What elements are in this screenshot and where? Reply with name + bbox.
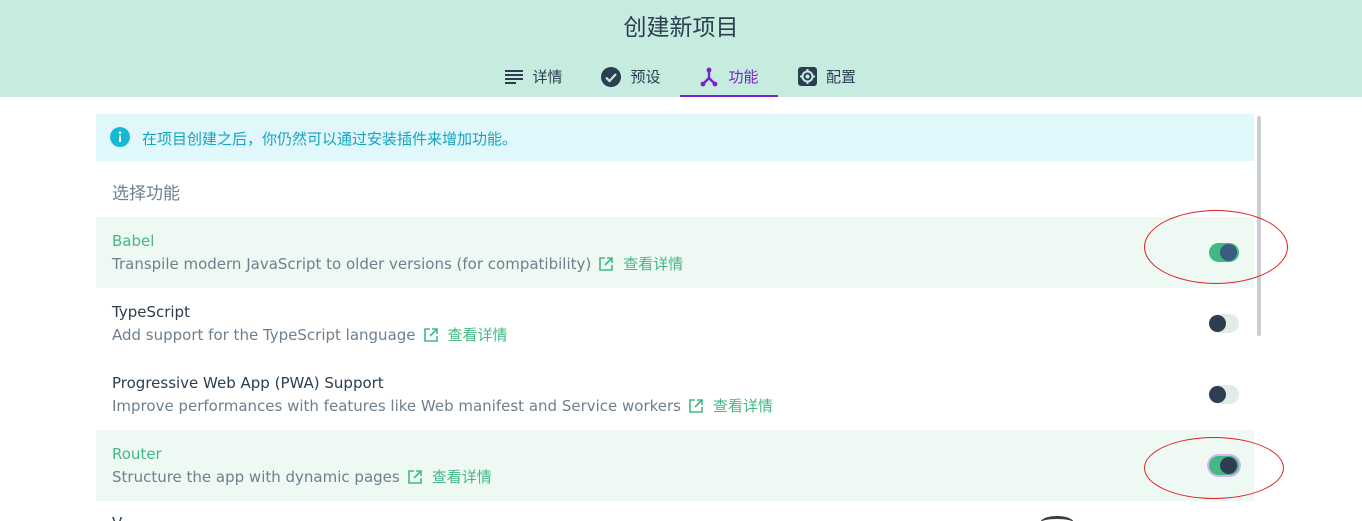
more-info-link[interactable]: 查看详情 [448,324,508,345]
feature-description: Structure the app with dynamic pages 查看详… [112,466,492,487]
section-title: 选择功能 [112,184,180,204]
feature-row-partial: V [112,514,122,521]
gear-icon [797,67,817,86]
feature-name: TypeScript [112,303,190,321]
tab-details-label: 详情 [532,68,563,86]
feature-name: Router [112,445,162,463]
tab-config[interactable]: 配置 [786,56,868,97]
toggle-knob [1209,315,1226,332]
feature-description: Improve performances with features like … [112,395,773,416]
annotation-circle [1144,210,1288,284]
tab-presets[interactable]: 预设 [588,56,674,97]
list-icon [505,69,524,84]
tab-presets-label: 预设 [630,68,661,86]
more-info-link[interactable]: 查看详情 [713,395,773,416]
partial-toggle-edge [1040,516,1074,521]
external-link-icon [689,398,703,413]
external-link-icon [599,256,614,271]
more-info-link[interactable]: 查看详情 [623,253,683,274]
tab-features-label: 功能 [728,68,759,86]
feature-description-text: Structure the app with dynamic pages [112,467,400,486]
tab-features[interactable]: 功能 [680,56,778,97]
more-info-link[interactable]: 查看详情 [432,466,492,487]
feature-description: Transpile modern JavaScript to older ver… [112,253,683,274]
feature-name: Babel [112,232,155,250]
external-link-icon [407,469,422,484]
feature-description-text: Add support for the TypeScript language [112,325,416,344]
feature-name: Progressive Web App (PWA) Support [112,374,384,392]
tab-config-label: 配置 [825,68,856,86]
info-icon [110,127,130,147]
page-title: 创建新项目 [623,15,739,41]
feature-toggle[interactable] [1209,314,1239,333]
feature-description-text: Improve performances with features like … [112,396,681,415]
feature-toggle[interactable] [1209,385,1239,404]
annotation-circle [1144,437,1284,499]
feature-row-router[interactable]: Router Structure the app with dynamic pa… [96,430,1254,501]
tab-bar: 详情 预设 功能 配置 [0,56,1362,97]
feature-description: Add support for the TypeScript language … [112,324,508,345]
external-link-icon [423,327,438,342]
feature-row-babel[interactable]: Babel Transpile modern JavaScript to old… [96,217,1254,288]
toggle-knob [1209,386,1226,403]
feature-row-typescript[interactable]: TypeScript Add support for the TypeScrip… [96,288,1254,359]
tab-details[interactable]: 详情 [492,56,576,97]
feature-description-text: Transpile modern JavaScript to older ver… [112,254,592,273]
feature-row-pwa[interactable]: Progressive Web App (PWA) Support Improv… [96,359,1254,430]
info-banner-text: 在项目创建之后，你仍然可以通过安装插件来增加功能。 [142,130,518,148]
page-header: 创建新项目 详情 预设 功能 配置 [0,0,1362,97]
info-banner: 在项目创建之后，你仍然可以通过安装插件来增加功能。 [96,114,1254,161]
check-circle-icon [601,66,622,87]
merge-icon [699,67,719,87]
